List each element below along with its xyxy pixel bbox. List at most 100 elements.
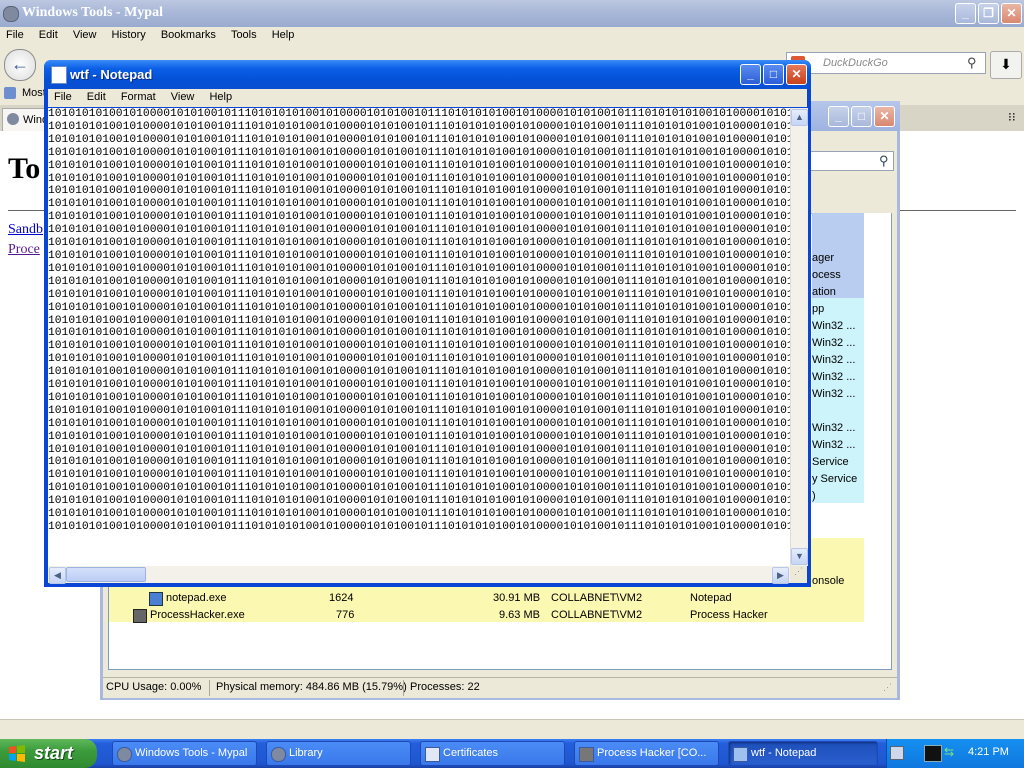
menu-view[interactable]: View <box>67 27 103 43</box>
process-description: ager <box>812 252 835 264</box>
horizontal-scroll-thumb[interactable] <box>66 567 146 582</box>
process-description: Notepad <box>690 592 732 604</box>
status-separator <box>209 680 210 696</box>
notepad-icon <box>733 747 748 762</box>
notepad-app-icon <box>51 66 67 84</box>
notepad-size-grip-icon[interactable]: ⋰ <box>790 566 807 583</box>
downloads-button[interactable]: ⬇ <box>990 51 1022 79</box>
taskbar-item-process-hacker[interactable]: Process Hacker [CO... <box>574 741 719 766</box>
status-separator <box>403 680 404 696</box>
search-input[interactable]: DuckDuckGo ⚲ <box>786 52 986 74</box>
np-menu-file[interactable]: File <box>48 89 78 105</box>
process-pid: 1624 <box>329 592 354 604</box>
menu-file[interactable]: File <box>0 27 30 43</box>
windows-logo-icon <box>9 745 25 762</box>
notepad-text-area[interactable]: 1010101010010100001010100101110101010100… <box>48 108 790 566</box>
taskbar-item-label: Library <box>289 747 323 759</box>
bookmark-icon <box>4 87 16 99</box>
process-description: Win32 ... <box>812 388 856 400</box>
table-row[interactable]: ProcessHacker.exe 776 9.63 MB COLLABNET\… <box>109 607 865 624</box>
resize-grip-icon[interactable]: ⋰ <box>883 682 892 693</box>
keyboard-icon[interactable] <box>890 746 904 760</box>
table-row[interactable]: notepad.exe 1624 30.91 MB COLLABNET\VM2 … <box>109 590 865 607</box>
menu-bookmarks[interactable]: Bookmarks <box>155 27 222 43</box>
taskbar-item-label: Certificates <box>443 747 499 759</box>
taskbar-item-label: Windows Tools - Mypal <box>135 747 248 759</box>
menu-history[interactable]: History <box>106 27 152 43</box>
process-count: Processes: 22 <box>410 681 480 693</box>
taskbar-item-certificates[interactable]: Certificates <box>420 741 565 766</box>
link-sandboxie[interactable]: Sandb <box>8 222 43 238</box>
notepad-minimize-button[interactable]: _ <box>740 64 761 85</box>
notepad-close-button[interactable]: ✕ <box>786 64 807 85</box>
scroll-down-icon[interactable]: ▼ <box>791 548 808 565</box>
notepad-titlebar[interactable] <box>44 60 811 89</box>
library-icon <box>271 747 286 762</box>
browser-menubar: File Edit View History Bookmarks Tools H… <box>0 27 1024 46</box>
process-hacker-icon <box>579 747 594 762</box>
taskbar-item-label: Process Hacker [CO... <box>597 747 707 759</box>
scroll-left-icon[interactable]: ◀ <box>49 567 66 584</box>
menu-help[interactable]: Help <box>266 27 301 43</box>
download-arrow-icon: ⬇ <box>1000 56 1012 72</box>
process-name: notepad.exe <box>166 592 227 604</box>
ph-search-icon: ⚲ <box>879 153 889 168</box>
process-pid: 776 <box>336 609 355 621</box>
np-menu-help[interactable]: Help <box>203 89 238 105</box>
start-button[interactable]: start <box>0 739 97 768</box>
np-menu-format[interactable]: Format <box>115 89 162 105</box>
process-description: y Service <box>812 473 858 485</box>
cpu-usage: CPU Usage: 0.00% <box>106 681 202 693</box>
scroll-up-icon[interactable]: ▲ <box>791 109 808 126</box>
page-heading: To <box>8 152 41 185</box>
process-description: pp <box>812 303 825 315</box>
process-description: ation <box>812 286 836 298</box>
taskbar-item-library[interactable]: Library <box>266 741 411 766</box>
np-menu-view[interactable]: View <box>165 89 201 105</box>
certificates-icon <box>425 747 440 762</box>
taskbar-item-notepad[interactable]: wtf - Notepad <box>728 741 878 766</box>
taskbar-item-label: wtf - Notepad <box>751 747 817 759</box>
browser-app-icon <box>3 6 19 22</box>
mypal-icon <box>117 747 132 762</box>
process-description: Win32 ... <box>812 439 856 451</box>
notepad-horizontal-scrollbar[interactable]: ◀ ▶ <box>48 566 790 584</box>
notepad-menubar: File Edit Format View Help <box>48 89 807 107</box>
search-icon[interactable]: ⚲ <box>967 55 977 71</box>
process-memory: 30.91 MB <box>493 592 541 604</box>
notepad-process-icon <box>149 592 163 606</box>
process-user: COLLABNET\VM2 <box>551 609 643 621</box>
ph-maximize-button[interactable]: □ <box>851 106 872 127</box>
browser-close-button[interactable]: ✕ <box>1001 3 1022 24</box>
process-list-scrollbar[interactable] <box>864 213 891 669</box>
link-process-hacker[interactable]: Proce <box>8 242 40 258</box>
process-list-header[interactable] <box>800 195 892 214</box>
taskbar-item-mypal[interactable]: Windows Tools - Mypal <box>112 741 257 766</box>
scroll-right-icon[interactable]: ▶ <box>772 567 789 584</box>
process-description: Win32 ... <box>812 354 856 366</box>
browser-window-title: Windows Tools - Mypal <box>22 5 163 20</box>
processhacker-process-icon <box>133 609 147 623</box>
browser-minimize-button[interactable]: _ <box>955 3 976 24</box>
notepad-window-title: wtf - Notepad <box>70 67 153 82</box>
process-name: ProcessHacker.exe <box>150 609 245 621</box>
ph-close-button[interactable]: ✕ <box>874 106 895 127</box>
console-tray-icon[interactable] <box>924 745 942 762</box>
menu-edit[interactable]: Edit <box>33 27 64 43</box>
process-user: COLLABNET\VM2 <box>551 592 643 604</box>
process-description: Win32 ... <box>812 422 856 434</box>
process-description: Win32 ... <box>812 337 856 349</box>
network-tray-icon[interactable]: ⇆ <box>944 745 954 759</box>
np-menu-edit[interactable]: Edit <box>81 89 112 105</box>
process-memory: 9.63 MB <box>499 609 540 621</box>
menu-tools[interactable]: Tools <box>225 27 263 43</box>
browser-restore-button[interactable]: ❐ <box>978 3 999 24</box>
ph-search-input[interactable]: ⚲ <box>800 151 894 171</box>
ph-minimize-button[interactable]: _ <box>828 106 849 127</box>
list-all-tabs-icon[interactable]: ⁝⁝ <box>1008 110 1016 124</box>
notepad-maximize-button[interactable]: □ <box>763 64 784 85</box>
process-description: Service <box>812 456 849 468</box>
back-button[interactable]: ← <box>4 49 36 81</box>
bookmark-most-visited[interactable]: Most <box>22 87 46 99</box>
notepad-vertical-scrollbar[interactable]: ▲ ▼ <box>790 108 808 566</box>
